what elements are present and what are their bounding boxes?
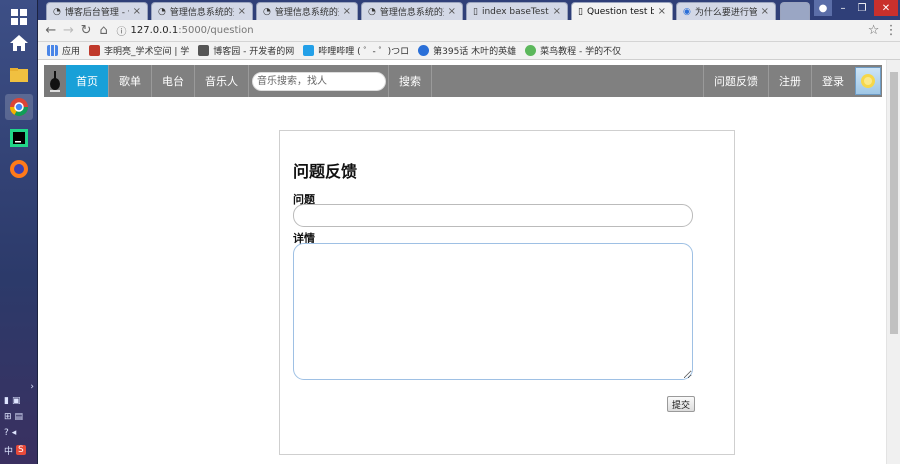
restore-icon[interactable]: ❐	[853, 0, 871, 16]
page-favicon-icon: ◔	[53, 6, 61, 17]
menu-icon[interactable]: ⋮	[882, 22, 900, 40]
page-favicon-icon: ◔	[368, 6, 376, 17]
minimize-icon[interactable]: –	[834, 0, 852, 16]
close-tab-icon[interactable]: ×	[761, 6, 769, 17]
bookmark-item[interactable]: 菜鸟教程 - 学的不仅	[525, 44, 621, 57]
info-icon[interactable]: ⓘ	[117, 23, 127, 38]
nav-radio[interactable]: 电台	[152, 65, 195, 97]
close-tab-icon[interactable]: ×	[658, 6, 666, 17]
apps-grid-icon	[47, 45, 58, 56]
tray-sogou-icon[interactable]: S	[16, 445, 26, 455]
page-viewport: 首页 歌单 电台 音乐人 搜索 问题反馈 注册 登录 问题反馈 问题 详情 提交	[38, 60, 886, 464]
search-button[interactable]: 搜索	[388, 65, 432, 97]
chrome-icon[interactable]	[5, 94, 33, 120]
bookmark-item[interactable]: 博客园 - 开发者的网	[198, 44, 294, 57]
windows-start-icon[interactable]	[5, 4, 33, 30]
home-button-icon[interactable]: ⌂	[95, 22, 113, 40]
reload-icon[interactable]: ↻	[77, 22, 95, 40]
avatar[interactable]	[855, 67, 881, 95]
bookmark-favicon-icon	[303, 45, 315, 56]
back-icon[interactable]: ←	[42, 22, 60, 40]
nav-login[interactable]: 登录	[811, 65, 854, 97]
nav-artists[interactable]: 音乐人	[195, 65, 249, 97]
feedback-form-card: 问题反馈 问题 详情 提交	[279, 130, 735, 455]
bookmark-apps[interactable]: 应用	[47, 44, 80, 57]
bookmark-favicon-icon	[198, 45, 210, 56]
browser-tab[interactable]: ◔管理信息系统的开×	[361, 2, 463, 20]
browser-tab[interactable]: ◔博客后台管理 - 位×	[46, 2, 148, 20]
bookmark-favicon-icon	[89, 45, 101, 56]
tray-gpu-icon[interactable]: ▣	[12, 396, 21, 406]
bookmark-favicon-icon	[525, 45, 537, 56]
bookmarks-bar: 应用 李明亮_学术空间 | 学 博客园 - 开发者的网 哔哩哔哩 ( ゜- ゜)…	[38, 42, 900, 60]
nav-feedback[interactable]: 问题反馈	[703, 65, 768, 97]
page-scrollbar[interactable]	[886, 60, 900, 464]
forward-icon[interactable]: →	[60, 22, 78, 40]
question-input[interactable]	[293, 204, 693, 227]
nav-playlists[interactable]: 歌单	[109, 65, 152, 97]
search-input[interactable]	[252, 71, 386, 91]
tray-network-icon[interactable]: ⊞	[4, 412, 12, 422]
nav-register[interactable]: 注册	[768, 65, 811, 97]
page-favicon-icon: ◉	[683, 6, 691, 17]
close-tab-icon[interactable]: ×	[448, 6, 456, 17]
profile-icon[interactable]: ●	[814, 0, 832, 16]
page-favicon-icon: ▯	[473, 6, 478, 17]
browser-tab[interactable]: ▯ index baseTest ×	[466, 2, 568, 20]
file-explorer-icon[interactable]	[5, 62, 33, 88]
close-tab-icon[interactable]: ×	[343, 6, 351, 17]
nav-home[interactable]: 首页	[66, 65, 109, 97]
site-navbar: 首页 歌单 电台 音乐人 搜索 问题反馈 注册 登录	[44, 65, 882, 97]
tray-usb-icon[interactable]: ▮	[4, 396, 9, 406]
firefox-icon[interactable]	[5, 156, 33, 182]
submit-button[interactable]: 提交	[667, 396, 696, 412]
home-icon[interactable]	[5, 30, 33, 56]
bookmark-item[interactable]: 哔哩哔哩 ( ゜- ゜)つロ	[303, 44, 409, 57]
form-title: 问题反馈	[293, 162, 358, 181]
page-favicon-icon: ▯	[578, 6, 583, 17]
close-window-icon[interactable]: ✕	[874, 0, 898, 16]
close-tab-icon[interactable]: ×	[553, 6, 561, 17]
bookmark-item[interactable]: 第395话 木叶的英雄	[418, 44, 516, 57]
tray-help-icon[interactable]: ?	[4, 428, 9, 438]
browser-tab-strip: ◔博客后台管理 - 位× ◔管理信息系统的开× ◔管理信息系统的开× ◔管理信息…	[38, 0, 900, 20]
browser-tab-active[interactable]: ▯Question test ba×	[571, 2, 673, 20]
site-logo-icon[interactable]	[44, 65, 66, 97]
browser-toolbar: ← → ↻ ⌂ ⓘ 127.0.0.1:5000/question ☆ ⋮	[38, 20, 900, 42]
address-bar[interactable]: ⓘ 127.0.0.1:5000/question	[117, 23, 865, 39]
bookmark-favicon-icon	[418, 45, 430, 56]
os-taskbar: › ▮ ▣ ⊞ ▤ ? ◂ 中S	[0, 0, 38, 464]
page-favicon-icon: ◔	[263, 6, 271, 17]
page-favicon-icon: ◔	[158, 6, 166, 17]
browser-tab[interactable]: ◔管理信息系统的开×	[256, 2, 358, 20]
tray-volume-icon[interactable]: ◂	[12, 428, 17, 438]
bookmark-item[interactable]: 李明亮_学术空间 | 学	[89, 44, 189, 57]
tray-expand-icon[interactable]: ›	[24, 380, 34, 394]
tray-signal-icon[interactable]: ▤	[15, 412, 24, 422]
close-tab-icon[interactable]: ×	[133, 6, 141, 17]
browser-tab[interactable]: ◔管理信息系统的开×	[151, 2, 253, 20]
pycharm-icon[interactable]	[5, 125, 33, 151]
new-tab-button[interactable]	[780, 2, 810, 20]
detail-textarea[interactable]	[293, 243, 693, 380]
url-host: 127.0.0.1	[130, 25, 179, 36]
tray-ime-icon[interactable]: 中	[4, 444, 13, 457]
scrollbar-thumb[interactable]	[890, 72, 898, 334]
browser-tab[interactable]: ◉为什么要进行管理×	[676, 2, 776, 20]
url-path: :5000/question	[178, 25, 254, 36]
sun-avatar-icon	[861, 74, 875, 88]
bookmark-star-icon[interactable]: ☆	[865, 22, 883, 40]
close-tab-icon[interactable]: ×	[238, 6, 246, 17]
